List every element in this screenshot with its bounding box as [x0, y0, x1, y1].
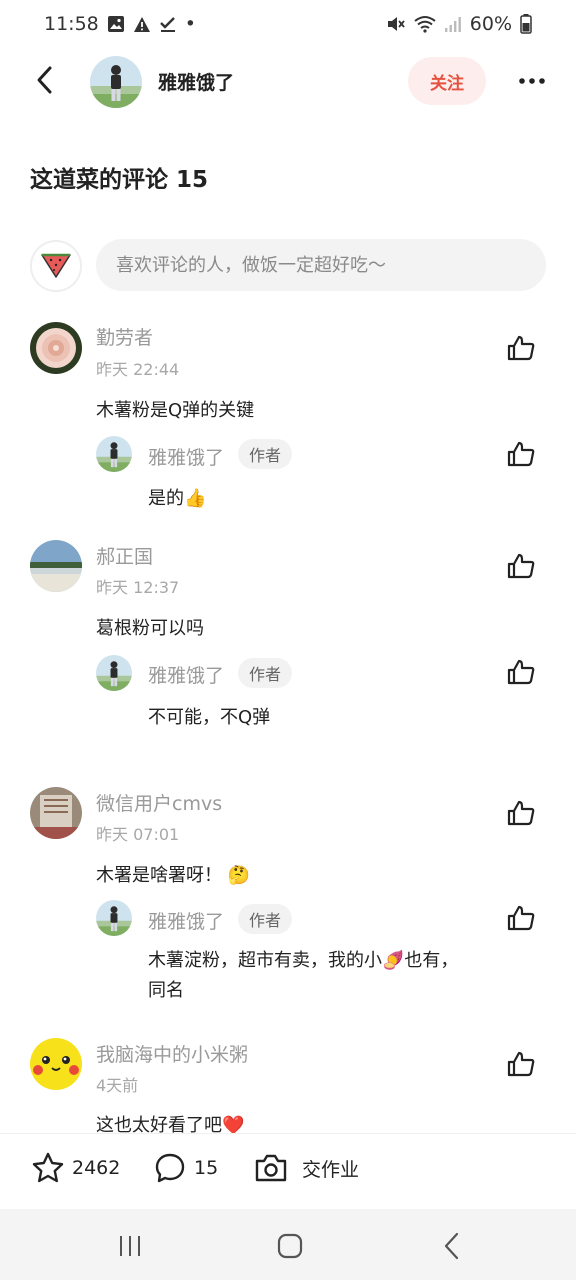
- reply-avatar[interactable]: [96, 655, 132, 691]
- comment-button[interactable]: 15: [154, 1152, 218, 1184]
- system-back-button[interactable]: [432, 1229, 472, 1263]
- comment-input-row: [30, 239, 546, 292]
- submit-homework-button[interactable]: 交作业: [254, 1152, 359, 1184]
- commenter-name[interactable]: 微信用户cmvs: [96, 789, 222, 816]
- mute-icon: [386, 15, 406, 33]
- comment-count: 15: [194, 1157, 219, 1179]
- thumbs-up-icon: [507, 441, 535, 467]
- commenter-name[interactable]: 勤劳者: [96, 323, 153, 350]
- like-button[interactable]: [505, 332, 537, 364]
- reply-author-name[interactable]: 雅雅饿了: [148, 443, 224, 470]
- reply-text: 是的👍: [148, 488, 207, 509]
- comment-time: 昨天 12:37: [96, 578, 180, 597]
- thumbs-up-icon: [507, 1051, 535, 1077]
- comment-text: 木薯粉是Q弹的关键: [96, 400, 255, 421]
- reply-text: 不可能，不Q弹: [148, 707, 271, 728]
- comment-time: 昨天 22:44: [96, 360, 180, 379]
- author-name[interactable]: 雅雅饿了: [158, 68, 234, 95]
- like-button[interactable]: [505, 797, 537, 829]
- like-button[interactable]: [505, 902, 537, 934]
- sweet-potato-emoji: 🍠: [382, 950, 405, 971]
- more-options-button[interactable]: [512, 64, 552, 98]
- recent-apps-button[interactable]: [110, 1229, 150, 1263]
- favorite-button[interactable]: 2462: [32, 1152, 120, 1184]
- star-icon: [32, 1152, 64, 1183]
- back-button[interactable]: [28, 62, 60, 98]
- comment-time: 4天前: [96, 1076, 139, 1095]
- reply-avatar[interactable]: [96, 436, 132, 472]
- like-button[interactable]: [505, 550, 537, 582]
- thumbs-up-icon: [507, 553, 535, 579]
- reply-author-name[interactable]: 雅雅饿了: [148, 661, 224, 688]
- thumbs-up-icon: [507, 659, 535, 685]
- reply-author-name[interactable]: 雅雅饿了: [148, 907, 224, 934]
- author-badge: 作者: [238, 439, 292, 469]
- comment-text: 木署是啥署呀！ 🤔: [96, 865, 251, 886]
- follow-button[interactable]: 关注: [408, 57, 486, 105]
- reply-avatar[interactable]: [96, 900, 132, 936]
- home-button[interactable]: [270, 1229, 310, 1263]
- camera-icon: [255, 1154, 287, 1182]
- author-avatar[interactable]: [90, 56, 142, 108]
- thumbs-up-icon: [507, 335, 535, 361]
- signal-icon: [444, 15, 462, 33]
- commenter-name[interactable]: 郝正国: [96, 542, 153, 569]
- battery-icon: [520, 14, 532, 34]
- system-navigation-bar: [0, 1209, 576, 1280]
- chevron-left-icon: [444, 1232, 459, 1260]
- gallery-icon: [107, 15, 125, 33]
- home-icon: [277, 1233, 303, 1259]
- watermelon-icon: [41, 253, 71, 278]
- author-badge: 作者: [238, 904, 292, 934]
- current-user-avatar: [30, 240, 82, 292]
- commenter-avatar[interactable]: [30, 322, 82, 374]
- top-header: 雅雅饿了 关注: [0, 48, 576, 114]
- back-arrow-icon: [37, 66, 52, 94]
- battery-percent: 60%: [469, 13, 512, 35]
- task-done-icon: [159, 15, 177, 33]
- comment-time: 昨天 07:01: [96, 825, 180, 844]
- reply-text: 木薯淀粉，超市有卖，我的小🍠也有， 同名: [148, 950, 459, 1001]
- commenter-avatar[interactable]: [30, 540, 82, 592]
- thumbs-up-emoji: 👍: [184, 488, 207, 509]
- author-badge: 作者: [238, 658, 292, 688]
- wifi-icon: [414, 15, 436, 33]
- thumbs-up-icon: [507, 905, 535, 931]
- status-time: 11:58: [44, 13, 99, 35]
- like-button[interactable]: [505, 438, 537, 470]
- favorite-count: 2462: [72, 1157, 121, 1179]
- bottom-action-bar: 2462 15 交作业: [0, 1133, 576, 1209]
- recent-apps-icon: [120, 1236, 140, 1256]
- more-dots-icon: [519, 78, 545, 84]
- like-button[interactable]: [505, 1048, 537, 1080]
- comment-text: 葛根粉可以吗: [96, 618, 204, 639]
- status-dot: •: [184, 13, 196, 35]
- status-bar: 11:58 • 60%: [0, 0, 576, 48]
- comments-section-title: 这道菜的评论 15: [30, 167, 209, 193]
- comment-bubble-icon: [155, 1153, 185, 1183]
- thumbs-up-icon: [507, 800, 535, 826]
- commenter-avatar[interactable]: [30, 1038, 82, 1090]
- warning-icon: [133, 16, 151, 33]
- submit-homework-label: 交作业: [302, 1158, 360, 1181]
- thinking-emoji: 🤔: [227, 865, 251, 886]
- commenter-name[interactable]: 我脑海中的小米粥: [96, 1040, 248, 1067]
- commenter-avatar[interactable]: [30, 787, 82, 839]
- comment-input[interactable]: [96, 239, 546, 291]
- like-button[interactable]: [505, 656, 537, 688]
